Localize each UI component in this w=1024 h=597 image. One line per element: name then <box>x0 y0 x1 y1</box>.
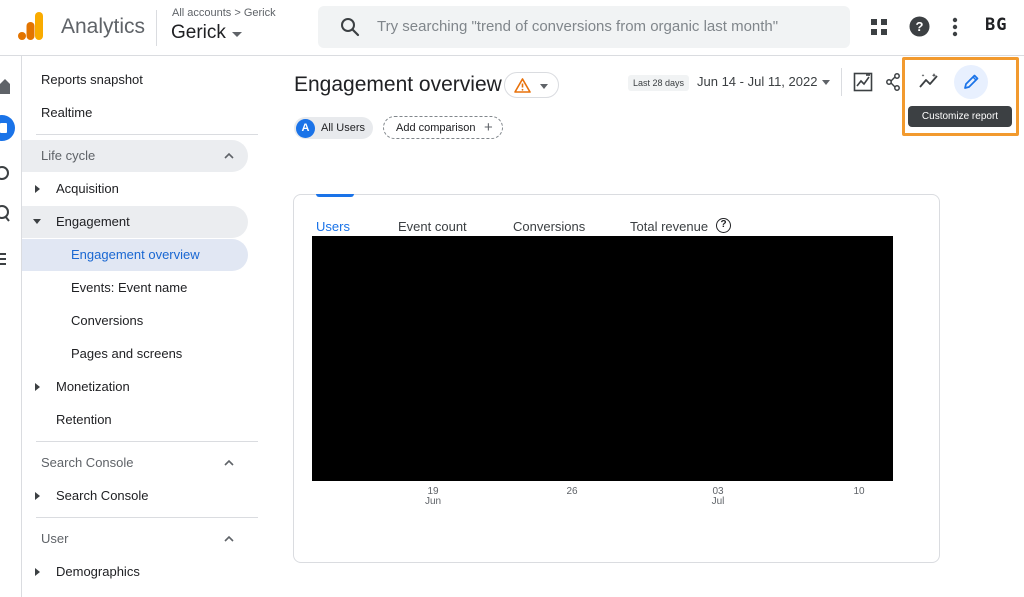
more-vert-icon[interactable] <box>952 17 958 37</box>
report-navigation: Reports snapshot Realtime Life cycle Acq… <box>22 56 258 597</box>
tab-conversions[interactable]: Conversions <box>513 219 585 234</box>
chevron-up-icon[interactable] <box>224 458 234 468</box>
tab-users[interactable]: Users <box>316 219 350 234</box>
nav-search-console[interactable]: Search Console <box>56 488 149 503</box>
nav-retention[interactable]: Retention <box>56 412 112 427</box>
expand-arrow-icon[interactable] <box>35 185 40 193</box>
left-rail <box>0 56 22 597</box>
x-axis-tick: 26 <box>557 486 587 497</box>
help-icon[interactable]: ? <box>909 16 930 37</box>
top-app-bar: Analytics All accounts > Gerick Gerick T… <box>0 0 1024 56</box>
insights-icon[interactable] <box>918 72 940 90</box>
segment-letter-badge: A <box>296 118 315 138</box>
redacted-chart-area <box>312 236 893 481</box>
nav-engagement-overview[interactable]: Engagement overview <box>71 247 200 262</box>
avatar[interactable]: BG <box>985 15 1007 35</box>
nav-reports-snapshot[interactable]: Reports snapshot <box>41 72 143 87</box>
segment-chip-all-users[interactable]: A All Users <box>294 117 374 139</box>
account-breadcrumb[interactable]: All accounts > Gerick <box>172 7 276 19</box>
nav-conversions[interactable]: Conversions <box>71 313 143 328</box>
topbar-divider <box>156 10 157 46</box>
chevron-down-icon <box>540 84 548 89</box>
selected-tab-indicator <box>316 194 354 197</box>
tooltip-customize-report: Customize report <box>908 106 1012 127</box>
expand-arrow-icon[interactable] <box>35 492 40 500</box>
compare-chart-icon[interactable] <box>853 72 873 92</box>
add-comparison-label: Add comparison <box>396 122 476 134</box>
chevron-up-icon[interactable] <box>224 534 234 544</box>
nav-demographics[interactable]: Demographics <box>56 564 140 579</box>
x-tick-day: 10 <box>853 486 865 497</box>
page-title: Engagement overview <box>294 73 502 96</box>
nav-pages-and-screens[interactable]: Pages and screens <box>71 346 182 361</box>
x-axis-tick: 19 Jun <box>418 486 448 507</box>
search-placeholder: Try searching "trend of conversions from… <box>377 18 779 35</box>
tab-event-count[interactable]: Event count <box>398 219 467 234</box>
advertising-icon[interactable] <box>0 204 10 224</box>
warning-icon <box>514 78 531 93</box>
tab-total-revenue[interactable]: Total revenue <box>630 219 708 234</box>
header-divider <box>841 68 842 96</box>
help-circle-icon[interactable]: ? <box>716 218 731 233</box>
add-comparison-button[interactable]: Add comparison + <box>383 116 503 139</box>
nav-engagement[interactable]: Engagement <box>56 214 130 229</box>
plus-icon: + <box>484 119 493 136</box>
chevron-down-icon <box>231 31 242 37</box>
nav-divider <box>36 134 258 135</box>
data-quality-chip[interactable] <box>504 72 559 98</box>
product-name: Analytics <box>61 15 146 38</box>
date-preset-badge: Last 28 days <box>628 75 690 91</box>
segment-label: All Users <box>321 122 366 134</box>
x-tick-month: Jun <box>424 496 442 507</box>
expand-arrow-icon[interactable] <box>35 383 40 391</box>
account-selector[interactable]: Gerick <box>171 22 242 44</box>
section-search-console[interactable]: Search Console <box>41 455 134 470</box>
x-axis-tick: 10 <box>844 486 874 497</box>
configure-icon[interactable] <box>0 252 8 266</box>
expand-arrow-icon[interactable] <box>35 568 40 576</box>
x-axis-tick: 03 Jul <box>703 486 733 507</box>
pencil-icon[interactable] <box>962 73 980 91</box>
nav-monetization[interactable]: Monetization <box>56 379 130 394</box>
nav-realtime[interactable]: Realtime <box>41 105 92 120</box>
collapse-arrow-icon[interactable] <box>33 219 41 224</box>
section-life-cycle[interactable]: Life cycle <box>41 148 95 163</box>
reports-icon[interactable] <box>0 114 16 142</box>
apps-grid-icon[interactable] <box>871 19 887 35</box>
nav-acquisition[interactable]: Acquisition <box>56 181 119 196</box>
date-range-picker[interactable]: Jun 14 - Jul 11, 2022 <box>697 74 817 89</box>
search-icon <box>341 18 360 37</box>
x-tick-month: Jul <box>711 496 725 507</box>
search-bar[interactable]: Try searching "trend of conversions from… <box>318 6 850 48</box>
share-icon[interactable] <box>886 73 900 91</box>
explore-icon[interactable] <box>0 164 10 182</box>
home-icon[interactable] <box>0 78 10 94</box>
nav-divider <box>36 441 258 442</box>
x-tick-day: 26 <box>566 486 578 497</box>
account-name: Gerick <box>171 22 226 43</box>
chevron-down-icon[interactable] <box>822 80 830 85</box>
nav-divider <box>36 517 258 518</box>
nav-events-event-name[interactable]: Events: Event name <box>71 280 187 295</box>
svg-text:?: ? <box>916 19 924 34</box>
section-user[interactable]: User <box>41 531 68 546</box>
chevron-up-icon[interactable] <box>224 151 234 161</box>
analytics-logo-icon[interactable] <box>18 12 44 40</box>
